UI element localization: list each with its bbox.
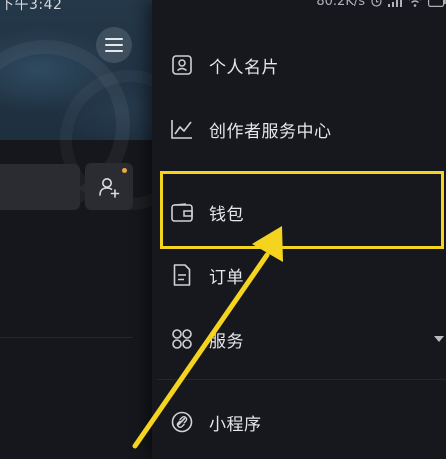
status-bar-right: 80.2K/s — [316, 0, 446, 9]
drawer-item-services[interactable]: 服务 — [152, 309, 446, 369]
document-icon — [171, 264, 193, 286]
drawer-item-label: 服务 — [209, 331, 244, 352]
menu-button[interactable] — [96, 27, 132, 63]
drawer-item-label: 订单 — [209, 267, 244, 288]
notification-dot — [122, 168, 127, 173]
four-leaf-grid-icon — [171, 328, 193, 350]
mini-program-icon — [171, 411, 193, 433]
network-speed: 80.2K/s — [316, 0, 365, 9]
signal-icon — [388, 0, 402, 7]
status-time: 下午3:42 — [0, 0, 63, 13]
profile-banner: 下午3:42 — [0, 0, 152, 210]
divider — [0, 337, 133, 338]
drawer-item-orders[interactable]: 订单 — [152, 245, 446, 305]
battery-icon — [428, 0, 446, 7]
drawer-item-creator-center[interactable]: 创作者服务中心 — [152, 99, 446, 159]
wifi-icon — [409, 0, 421, 7]
search-bar[interactable] — [0, 164, 80, 210]
background-profile-screen: 下午3:42 — [0, 0, 152, 459]
highlight-box — [160, 171, 444, 249]
id-card-icon — [171, 54, 193, 76]
drawer-item-label: 个人名片 — [209, 57, 279, 78]
divider — [157, 379, 446, 380]
drawer-item-label: 小程序 — [209, 414, 262, 435]
line-chart-icon — [171, 118, 193, 140]
drawer-item-mini-programs[interactable]: 小程序 — [152, 392, 446, 452]
clock-icon — [371, 0, 382, 7]
add-person-icon — [99, 177, 120, 198]
drawer-item-label: 创作者服务中心 — [209, 121, 332, 142]
add-friend-button[interactable] — [85, 163, 133, 210]
hamburger-menu-icon — [105, 38, 123, 52]
drawer-item-business-card[interactable]: 个人名片 — [152, 35, 446, 95]
chevron-down-icon[interactable] — [434, 336, 444, 342]
